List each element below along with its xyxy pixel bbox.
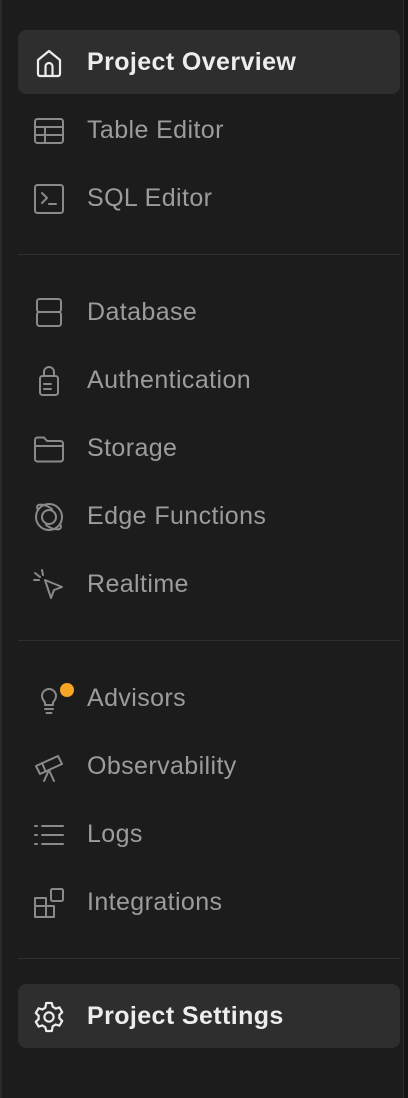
sidebar-item-logs[interactable]: Logs <box>18 802 400 866</box>
sidebar-item-label: Logs <box>87 820 143 848</box>
sidebar-divider <box>18 640 400 641</box>
sidebar-item-label: Advisors <box>87 684 187 712</box>
sidebar-item-label: Edge Functions <box>87 502 267 530</box>
lock-icon <box>32 364 66 398</box>
sidebar-item-label: Table Editor <box>87 116 224 144</box>
sidebar-item-label: Integrations <box>87 888 223 916</box>
sidebar-divider <box>18 958 400 959</box>
notification-badge <box>60 683 74 697</box>
sidebar-item-sql-editor[interactable]: SQL Editor <box>18 166 400 230</box>
globe-icon <box>32 500 66 534</box>
sidebar-item-label: SQL Editor <box>87 184 213 212</box>
sidebar-item-advisors[interactable]: Advisors <box>18 666 400 730</box>
table-icon <box>32 114 66 148</box>
sidebar-item-project-overview[interactable]: Project Overview <box>18 30 400 94</box>
sidebar-divider <box>18 254 400 255</box>
home-icon <box>32 46 66 80</box>
terminal-icon <box>32 182 66 216</box>
sidebar-item-edge-functions[interactable]: Edge Functions <box>18 484 400 548</box>
sidebar-item-table-editor[interactable]: Table Editor <box>18 98 400 162</box>
sidebar-item-authentication[interactable]: Authentication <box>18 348 400 412</box>
sidebar-item-project-settings[interactable]: Project Settings <box>18 984 400 1048</box>
sidebar: Project Overview Table Editor SQL Editor <box>0 0 404 1098</box>
sidebar-item-label: Authentication <box>87 366 252 394</box>
sidebar-item-realtime[interactable]: Realtime <box>18 552 400 616</box>
sidebar-item-integrations[interactable]: Integrations <box>18 870 400 934</box>
telescope-icon <box>32 750 66 784</box>
sidebar-item-label: Database <box>87 298 198 326</box>
sidebar-item-label: Project Overview <box>87 48 297 76</box>
sidebar-item-label: Storage <box>87 434 178 462</box>
blocks-icon <box>32 886 66 920</box>
folder-icon <box>32 432 66 466</box>
pointer-icon <box>32 568 66 602</box>
gear-icon <box>32 1000 66 1034</box>
sidebar-item-label: Observability <box>87 752 237 780</box>
sidebar-item-storage[interactable]: Storage <box>18 416 400 480</box>
sidebar-gutter <box>404 0 408 1098</box>
sidebar-item-label: Realtime <box>87 570 189 598</box>
database-icon <box>32 296 66 330</box>
sidebar-item-database[interactable]: Database <box>18 280 400 344</box>
list-icon <box>32 818 66 852</box>
sidebar-item-label: Project Settings <box>87 1002 284 1030</box>
sidebar-item-observability[interactable]: Observability <box>18 734 400 798</box>
